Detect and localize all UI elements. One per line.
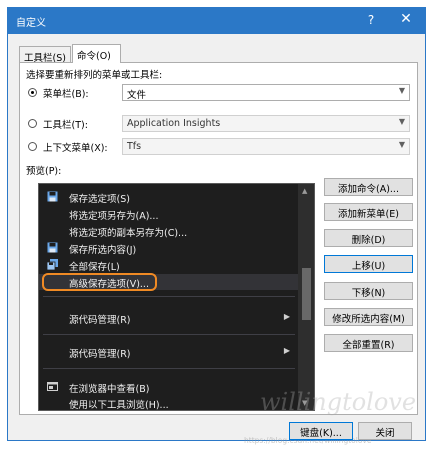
- submenu-arrow-icon: ▶: [283, 312, 290, 321]
- close-icon[interactable]: ✕: [398, 11, 414, 27]
- menu-bar-select[interactable]: 文件 ▼: [122, 84, 410, 101]
- rearrange-label: 选择要重新排列的菜单或工具栏:: [26, 70, 163, 81]
- context-menu-select-value: Tfs: [127, 141, 142, 152]
- preview-scrollbar[interactable]: ▲ ▼: [298, 184, 314, 410]
- preview-item-label: 源代码管理(R): [69, 315, 131, 326]
- preview-item-label: 将选定项的副本另存为(C)...: [69, 228, 188, 239]
- move-up-button[interactable]: 上移(U): [324, 255, 413, 273]
- delete-button[interactable]: 删除(D): [324, 229, 413, 247]
- chevron-down-icon: ▼: [398, 86, 405, 95]
- save-icon: [47, 242, 58, 253]
- highlight-ring: [42, 273, 157, 291]
- preview-item-label: 使用以下工具浏览(H)...: [69, 400, 169, 411]
- menu-bar-label: 菜单栏(B):: [43, 89, 89, 100]
- preview-item-save-all[interactable]: 全部保存(L): [39, 257, 298, 273]
- radio-context-menu[interactable]: [28, 142, 37, 151]
- preview-item-save-copy-as[interactable]: 将选定项的副本另存为(C)...: [39, 223, 298, 239]
- preview-item-label: 保存选定项(S): [69, 194, 130, 205]
- preview-label: 预览(P):: [26, 166, 62, 177]
- commands-panel: 选择要重新排列的菜单或工具栏: 菜单栏(B): 文件 ▼ 工具栏(T): App…: [19, 62, 418, 415]
- chevron-down-icon: ▼: [398, 140, 405, 149]
- toolbar-select-value: Application Insights: [127, 118, 221, 129]
- preview-item-source-control[interactable]: 源代码管理(R) ▶: [39, 344, 298, 360]
- window-title: 自定义: [16, 18, 46, 29]
- preview-item-label: 将选定项另存为(A)...: [69, 211, 159, 222]
- chevron-down-icon: ▼: [398, 117, 405, 126]
- menu-separator: [43, 334, 295, 335]
- modify-selection-button[interactable]: 修改所选内容(M): [324, 308, 413, 326]
- watermark-text: willingtolove: [260, 388, 417, 416]
- save-icon: [47, 191, 58, 202]
- context-menu-label: 上下文菜单(X):: [43, 143, 108, 154]
- add-command-button[interactable]: 添加命令(A)...: [324, 178, 413, 196]
- menu-separator: [43, 368, 295, 369]
- close-button[interactable]: 关闭: [358, 422, 412, 440]
- submenu-arrow-icon: ▶: [283, 346, 290, 355]
- add-new-menu-button[interactable]: 添加新菜单(E): [324, 203, 413, 221]
- customize-dialog: 自定义 ? ✕ 工具栏(S) 命令(O) 选择要重新排列的菜单或工具栏: 菜单栏…: [7, 7, 426, 445]
- preview-item-save-as[interactable]: 将选定项另存为(A)...: [39, 206, 298, 222]
- preview-item-source-control[interactable]: 源代码管理(R) ▶: [39, 310, 298, 326]
- radio-menu-bar[interactable]: [28, 88, 37, 97]
- menu-bar-select-value: 文件: [127, 90, 147, 101]
- preview-item-label: 保存所选内容(J): [69, 245, 137, 256]
- title-bar[interactable]: 自定义 ? ✕: [8, 8, 425, 34]
- save-all-icon: [46, 259, 58, 271]
- preview-item-save-selected[interactable]: 保存选定项(S): [39, 189, 298, 205]
- preview-item-label: 全部保存(L): [69, 262, 120, 273]
- preview-list[interactable]: 保存选定项(S) 将选定项另存为(A)... 将选定项的副本另存为(C)... …: [38, 183, 315, 411]
- toolbar-label: 工具栏(T):: [43, 120, 88, 131]
- tab-commands[interactable]: 命令(O): [72, 44, 121, 63]
- preview-item-label: 源代码管理(R): [69, 349, 131, 360]
- scroll-thumb[interactable]: [302, 268, 311, 320]
- browser-icon: [47, 381, 58, 392]
- toolbar-select[interactable]: Application Insights ▼: [122, 115, 410, 132]
- reset-all-button[interactable]: 全部重置(R): [324, 334, 413, 352]
- help-icon[interactable]: ?: [364, 13, 378, 27]
- scroll-up-icon[interactable]: ▲: [302, 187, 307, 195]
- move-down-button[interactable]: 下移(N): [324, 282, 413, 300]
- preview-item-save-selection[interactable]: 保存所选内容(J): [39, 240, 298, 256]
- menu-separator: [43, 296, 295, 297]
- keyboard-button[interactable]: 键盘(K)...: [289, 422, 353, 440]
- context-menu-select[interactable]: Tfs ▼: [122, 138, 410, 155]
- radio-toolbar[interactable]: [28, 119, 37, 128]
- preview-item-label: 在浏览器中查看(B): [69, 384, 150, 395]
- tab-toolbars[interactable]: 工具栏(S): [19, 46, 71, 64]
